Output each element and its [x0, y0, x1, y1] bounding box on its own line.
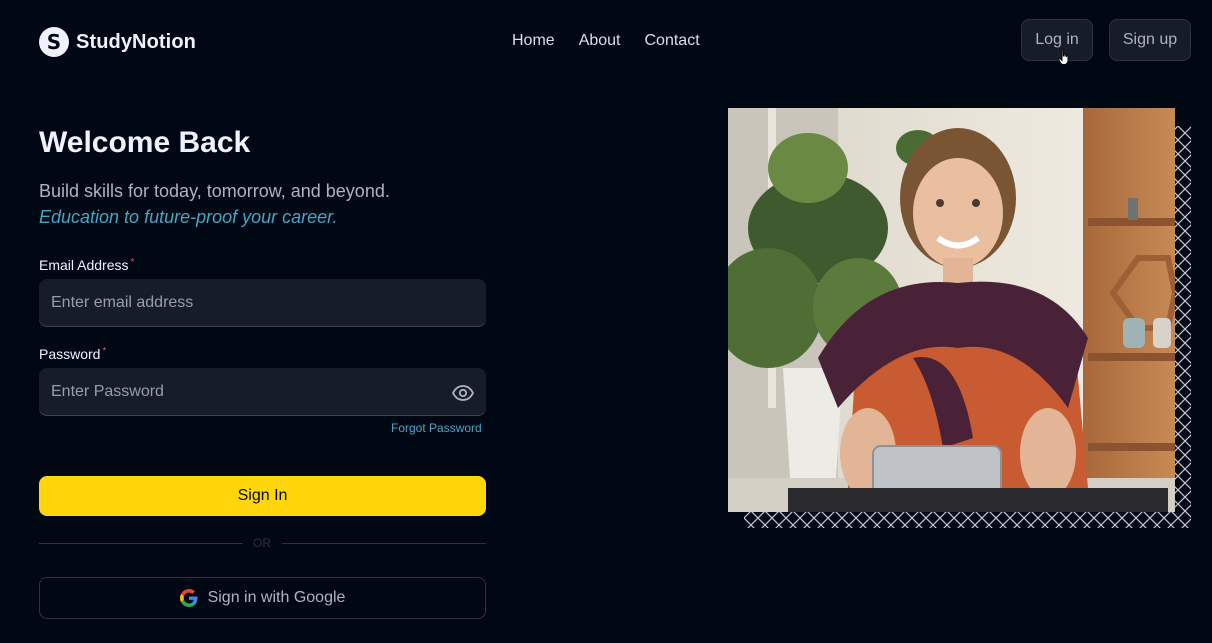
password-input[interactable]: [39, 368, 486, 416]
page-title: Welcome Back: [39, 126, 251, 159]
email-label-text: Email Address: [39, 257, 129, 273]
email-label: Email Address *: [39, 257, 134, 273]
sign-in-button[interactable]: Sign In: [39, 476, 486, 516]
forgot-password-link[interactable]: Forgot Password: [391, 421, 482, 435]
or-text: OR: [253, 536, 271, 550]
google-signin-button[interactable]: Sign in with Google: [39, 577, 486, 619]
required-mark: *: [130, 257, 135, 268]
main-nav: Home About Contact: [512, 32, 700, 50]
page-subtitle: Build skills for today, tomorrow, and be…: [39, 181, 390, 201]
password-label-text: Password: [39, 346, 101, 362]
or-divider-right: [282, 543, 486, 544]
brand-name: StudyNotion: [76, 30, 196, 53]
app-frame: S StudyNotion Home About Contact Log in …: [6, 6, 1211, 643]
password-label: Password *: [39, 346, 106, 362]
nav-contact[interactable]: Contact: [645, 32, 700, 50]
required-mark: *: [102, 346, 107, 357]
page-tagline: Education to future-proof your career.: [39, 207, 338, 227]
google-button-label: Sign in with Google: [207, 589, 346, 606]
logo-icon: S: [39, 27, 69, 57]
or-divider-left: [39, 543, 243, 544]
nav-about[interactable]: About: [579, 32, 621, 50]
student-photo: [728, 108, 1175, 512]
nav-home[interactable]: Home: [512, 32, 555, 50]
email-input[interactable]: [39, 279, 486, 327]
signup-button[interactable]: Sign up: [1109, 19, 1191, 61]
eye-icon[interactable]: [451, 381, 475, 405]
google-icon: [179, 589, 197, 607]
login-button[interactable]: Log in: [1021, 19, 1093, 61]
hand-pointer-icon: [1058, 48, 1069, 65]
brand-logo[interactable]: S StudyNotion: [39, 27, 196, 57]
